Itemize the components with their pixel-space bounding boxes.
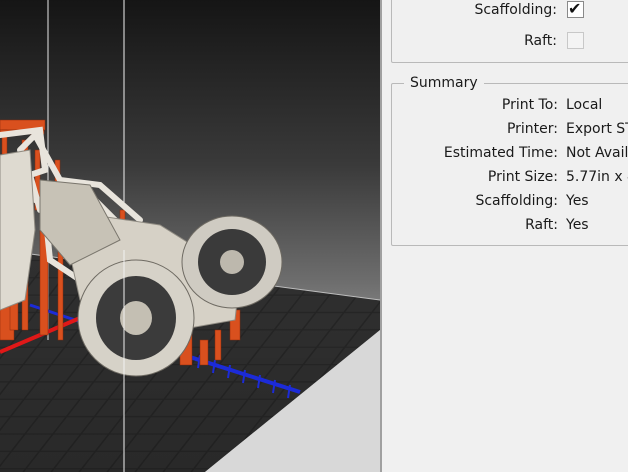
summary-value: 5.77in x 4 [566, 169, 628, 185]
summary-label: Scaffolding: [475, 193, 558, 209]
summary-value: Local [566, 97, 603, 113]
wheel-front [77, 259, 195, 377]
raft-checkbox[interactable] [567, 32, 584, 49]
summary-row-raft: Raft: Yes [382, 215, 628, 235]
print-settings-panel: Scaffolding: ✔ Raft: Summary Print To: L… [382, 0, 628, 472]
summary-title: Summary [404, 75, 484, 91]
summary-row-estimated-time: Estimated Time: Not Avail [382, 143, 628, 163]
summary-value: Not Avail [566, 145, 628, 161]
summary-value: Yes [566, 193, 589, 209]
scaffolding-checkbox[interactable]: ✔ [567, 0, 584, 18]
summary-label: Print Size: [487, 169, 558, 185]
summary-row-print-size: Print Size: 5.77in x 4 [382, 167, 628, 187]
print-bed-scene [0, 0, 380, 472]
summary-row-print-to: Print To: Local [382, 95, 628, 115]
summary-value: Export ST [566, 121, 628, 137]
wheel-rear [181, 215, 283, 309]
raft-option-row: Raft: [382, 31, 557, 51]
3d-viewport[interactable] [0, 0, 380, 472]
summary-label: Printer: [506, 121, 558, 137]
scaffolding-option-label: Scaffolding: [474, 2, 557, 18]
summary-row-printer: Printer: Export ST [382, 119, 628, 139]
summary-label: Raft: [525, 217, 558, 233]
checkmark-icon: ✔ [568, 0, 582, 18]
summary-label: Estimated Time: [443, 145, 558, 161]
summary-value: Yes [566, 217, 589, 233]
raft-option-label: Raft: [524, 33, 557, 49]
scaffolding-option-row: Scaffolding: [382, 0, 557, 20]
summary-label: Print To: [501, 97, 558, 113]
summary-row-scaffolding: Scaffolding: Yes [382, 191, 628, 211]
